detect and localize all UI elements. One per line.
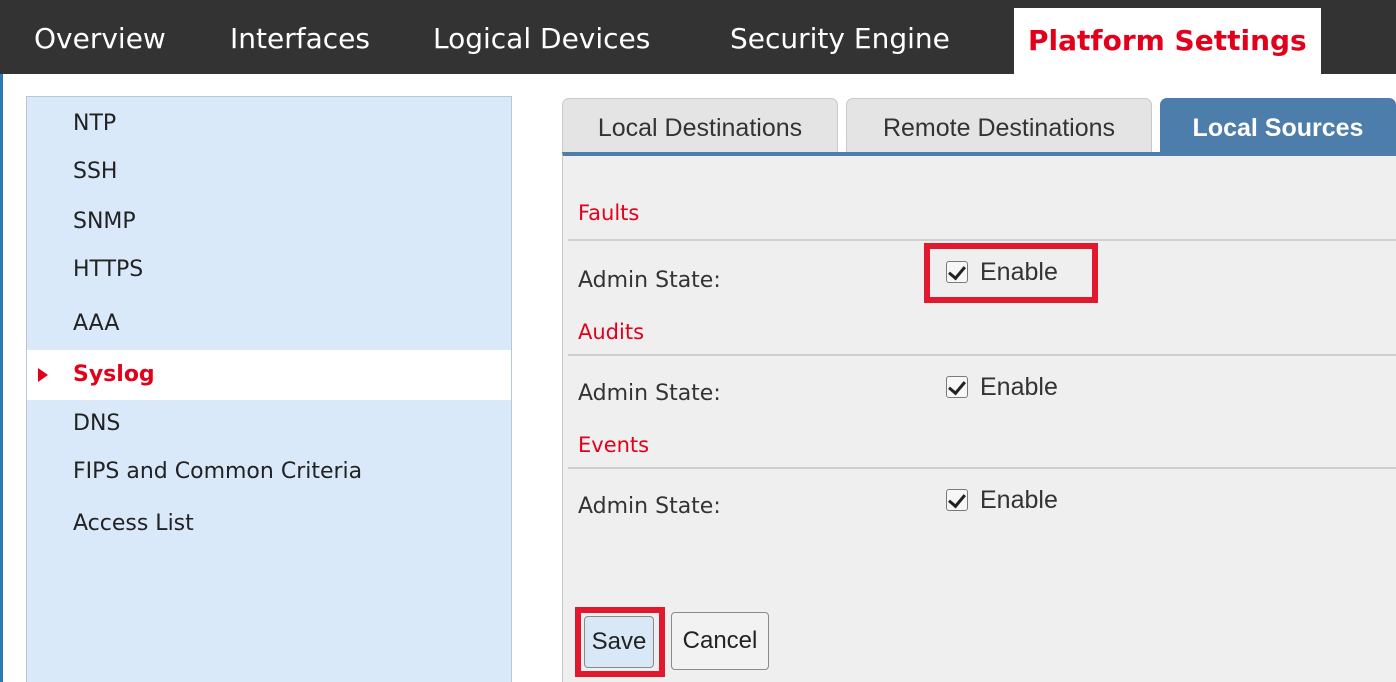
sidebar-item-label: SSH [73, 159, 118, 184]
section-divider [568, 354, 1396, 356]
tab-local-sources[interactable]: Local Sources [1160, 98, 1396, 152]
section-divider [568, 467, 1396, 469]
top-navigation: Overview Interfaces Logical Devices Secu… [0, 0, 1396, 74]
sidebar-item-label: SNMP [73, 209, 136, 234]
checkbox-label: Enable [980, 373, 1058, 401]
local-sources-panel [562, 152, 1396, 682]
events-section-title: Events [578, 433, 650, 457]
events-admin-state-label: Admin State: [578, 494, 721, 519]
active-arrow-icon [38, 368, 48, 382]
save-button-highlight [575, 607, 665, 677]
sidebar-item-dns[interactable]: DNS [27, 399, 511, 449]
sidebar-item-label: AAA [73, 311, 120, 336]
sidebar-item-label: Syslog [73, 362, 155, 387]
audits-admin-state-label: Admin State: [578, 381, 721, 406]
tab-logical-devices[interactable]: Logical Devices [433, 0, 650, 74]
sidebar-item-syslog[interactable]: Syslog [27, 350, 511, 400]
sidebar-item-label: HTTPS [73, 257, 144, 282]
settings-sidebar: NTP SSH SNMP HTTPS AAA Syslog DNS FIPS a… [26, 96, 512, 682]
sidebar-item-aaa[interactable]: AAA [27, 299, 511, 349]
sidebar-item-snmp[interactable]: SNMP [27, 197, 511, 247]
sidebar-item-ssh[interactable]: SSH [27, 147, 511, 197]
sidebar-item-label: NTP [73, 111, 117, 136]
section-divider [568, 239, 1396, 241]
check-icon [948, 489, 966, 509]
sidebar-item-fips[interactable]: FIPS and Common Criteria [27, 447, 511, 497]
faults-section-title: Faults [578, 201, 640, 225]
sidebar-item-label: DNS [73, 411, 121, 436]
cancel-button[interactable]: Cancel [671, 612, 769, 670]
faults-enable-highlight [924, 243, 1098, 303]
faults-admin-state-label: Admin State: [578, 268, 721, 293]
sidebar-item-https[interactable]: HTTPS [27, 245, 511, 295]
checkbox-label: Enable [980, 486, 1058, 514]
tab-security-engine[interactable]: Security Engine [730, 0, 950, 74]
tab-interfaces[interactable]: Interfaces [230, 0, 370, 74]
check-icon [948, 376, 966, 396]
checkbox-box[interactable] [946, 489, 968, 511]
sidebar-item-label: FIPS and Common Criteria [73, 459, 363, 484]
checkbox-box[interactable] [946, 376, 968, 398]
tab-local-destinations[interactable]: Local Destinations [562, 98, 838, 152]
audits-section-title: Audits [578, 320, 645, 344]
sidebar-item-access-list[interactable]: Access List [27, 499, 511, 549]
tab-overview[interactable]: Overview [34, 0, 166, 74]
sidebar-item-label: Access List [73, 511, 194, 536]
syslog-subtabs: Local Destinations Remote Destinations L… [562, 96, 1396, 152]
tab-remote-destinations[interactable]: Remote Destinations [846, 98, 1152, 152]
sidebar-item-ntp[interactable]: NTP [27, 99, 511, 149]
tab-platform-settings[interactable]: Platform Settings [1014, 8, 1321, 74]
